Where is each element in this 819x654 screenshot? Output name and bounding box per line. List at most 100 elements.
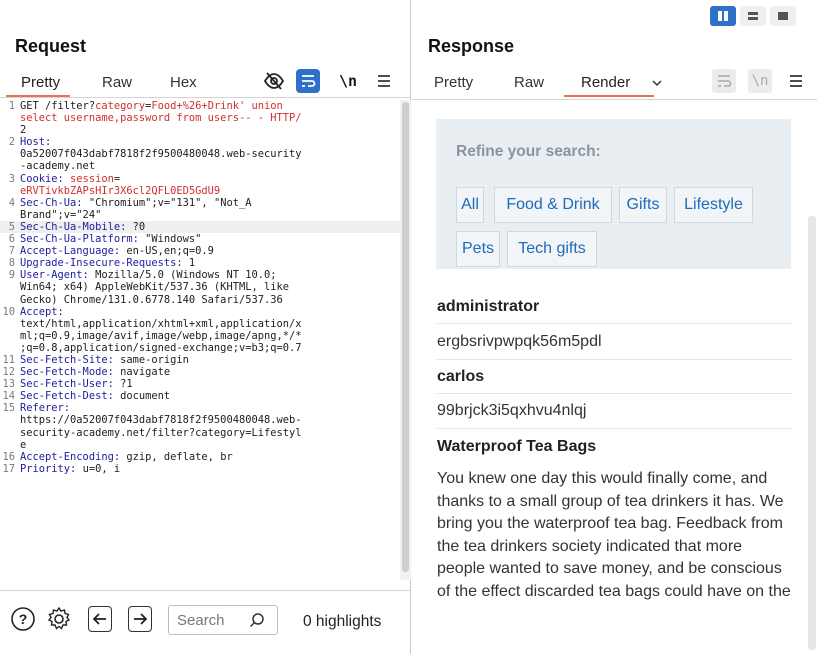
result-username-1: administrator xyxy=(437,298,540,315)
line-number: 12 xyxy=(2,366,15,379)
code-token: Brand";v="24" xyxy=(20,208,102,221)
tab-response-pretty[interactable]: Pretty xyxy=(434,74,473,91)
menu-icon[interactable] xyxy=(372,69,396,93)
code-token: category xyxy=(95,100,146,112)
search-icon[interactable] xyxy=(249,612,265,628)
tab-raw[interactable]: Raw xyxy=(102,74,132,91)
highlights-count: 0 highlights xyxy=(303,613,382,630)
code-token: en-US,en;q=0.9 xyxy=(126,245,214,258)
tab-response-raw[interactable]: Raw xyxy=(514,74,544,91)
code-token: Sec-Fetch-Mode: xyxy=(20,366,121,379)
code-token: e xyxy=(20,438,27,451)
code-token: same-origin xyxy=(120,353,189,366)
code-line: select username,password from users-- - … xyxy=(0,112,400,124)
code-line: 2 xyxy=(0,124,400,136)
filter-food-drink[interactable]: Food & Drink xyxy=(494,187,612,223)
line-number: 14 xyxy=(2,390,15,403)
tab-response-render[interactable]: Render xyxy=(581,74,630,91)
code-line: 12 Sec-Fetch-Mode: navigate xyxy=(0,366,400,378)
tab-hex[interactable]: Hex xyxy=(170,74,197,91)
code-line: e xyxy=(0,439,400,451)
code-token: ?1 xyxy=(120,378,133,391)
arrow-right-icon[interactable] xyxy=(128,606,152,632)
code-token: User-Agent: xyxy=(20,269,96,282)
code-line: 3 Cookie: session= xyxy=(0,173,400,185)
search-input[interactable] xyxy=(177,611,249,629)
code-line: Win64; x64) AppleWebKit/537.36 (KHTML, l… xyxy=(0,281,400,293)
code-token: Upgrade-Insecure-Requests: xyxy=(20,257,189,270)
newline-icon[interactable]: \n xyxy=(336,69,360,93)
code-token: Sec-Ch-Ua: xyxy=(20,196,89,209)
code-line: 8 Upgrade-Insecure-Requests: 1 xyxy=(0,257,400,269)
tab-pretty[interactable]: Pretty xyxy=(21,74,60,91)
filter-all[interactable]: All xyxy=(456,187,484,223)
filter-pets[interactable]: Pets xyxy=(456,231,500,267)
code-line: text/html,application/xhtml+xml,applicat… xyxy=(0,318,400,330)
code-line: 15 Referer: xyxy=(0,402,400,414)
code-line: 1 GET /filter?category=Food+%26+Drink' un… xyxy=(0,100,400,112)
code-token: Sec-Fetch-Dest: xyxy=(20,390,121,403)
code-line: 6 Sec-Ch-Ua-Platform: "Windows" xyxy=(0,233,400,245)
request-bottom-bar: ? 0 highlights xyxy=(0,590,411,650)
settings-icon[interactable] xyxy=(46,606,72,632)
filter-gifts[interactable]: Gifts xyxy=(619,187,667,223)
code-token: Referer: xyxy=(20,402,71,415)
search-box xyxy=(168,605,278,635)
editor-scrollbar-thumb[interactable] xyxy=(402,102,409,572)
request-editor[interactable]: 1 GET /filter?category = Food+%26+Drink' un… xyxy=(0,100,400,580)
line-number: 17 xyxy=(2,462,15,475)
svg-text:?: ? xyxy=(19,611,28,627)
code-token: gzip, deflate, br xyxy=(126,450,233,463)
request-title: Request xyxy=(15,36,87,56)
code-token: Priority: xyxy=(20,462,83,475)
arrow-left-icon[interactable] xyxy=(88,606,112,632)
hide-icon[interactable] xyxy=(262,69,286,93)
wrap-lines-icon[interactable] xyxy=(296,69,320,93)
code-token: "Chromium";v="131", "Not_A xyxy=(88,196,252,209)
code-line: Brand";v="24" xyxy=(0,209,400,221)
line-number: 3 xyxy=(8,172,15,185)
code-line: Gecko) Chrome/131.0.6778.140 Safari/537.… xyxy=(0,294,400,306)
response-title: Response xyxy=(428,36,515,56)
editor-scrollbar[interactable] xyxy=(400,100,411,580)
view-horizontal-icon[interactable] xyxy=(740,6,766,26)
code-token: Sec-Ch-Ua-Platform: xyxy=(20,233,146,246)
code-line: https://0a52007f043dabf7818f2f9500480048… xyxy=(0,414,400,426)
response-menu-icon[interactable] xyxy=(784,69,808,93)
tabs-divider xyxy=(0,97,410,98)
code-token: Accept-Language: xyxy=(20,245,127,258)
code-token: GET /filter? xyxy=(20,100,96,112)
code-token: ?0 xyxy=(132,220,146,233)
code-token: Sec-Ch-Ua-Mobile: xyxy=(20,220,133,233)
code-token: Accept-Encoding: xyxy=(20,450,127,463)
filter-lifestyle[interactable]: Lifestyle xyxy=(674,187,753,223)
code-line: ;q=0.8,application/signed-exchange;v=b3;… xyxy=(0,342,400,354)
code-token: text/html,application/xhtml+xml,applicat… xyxy=(20,317,302,330)
code-token: security-academy.net/filter?category=Lif… xyxy=(20,426,302,439)
view-single-icon[interactable] xyxy=(770,6,796,26)
view-layout-toggle xyxy=(710,6,808,26)
code-token: Win64; x64) AppleWebKit/537.36 (KHTML, l… xyxy=(20,281,289,294)
code-line: 10 Accept: xyxy=(0,306,400,318)
code-line: security-academy.net/filter?category=Lif… xyxy=(0,427,400,439)
view-split-icon[interactable] xyxy=(710,6,736,26)
row-divider xyxy=(437,393,792,394)
line-number: 5 xyxy=(8,220,15,233)
render-scrollbar[interactable] xyxy=(808,216,816,650)
product-title: Waterproof Tea Bags xyxy=(437,438,597,455)
code-token: "Windows" xyxy=(145,233,202,246)
line-number: 10 xyxy=(2,305,15,318)
code-line: 9 User-Agent: Mozilla/5.0 (Windows NT 10.… xyxy=(0,269,400,281)
rendered-response: Refine your search: All Food & Drink Gif… xyxy=(412,99,817,654)
http-message-editor: Request Pretty Raw Hex \n 1 GET /filter?c… xyxy=(0,0,819,654)
result-password-2: 99brjck3i5qxhvu4nlqj xyxy=(437,402,587,419)
code-line: 17 Priority: u=0, i xyxy=(0,463,400,475)
filter-tech-gifts[interactable]: Tech gifts xyxy=(507,231,597,267)
code-line: 2 Host: xyxy=(0,136,400,148)
line-number: 8 xyxy=(8,257,15,270)
line-number: 16 xyxy=(2,450,15,463)
help-icon[interactable]: ? xyxy=(10,606,36,632)
code-token: 2 xyxy=(20,124,27,137)
line-number: 9 xyxy=(8,269,15,282)
chevron-down-icon[interactable] xyxy=(651,76,663,93)
